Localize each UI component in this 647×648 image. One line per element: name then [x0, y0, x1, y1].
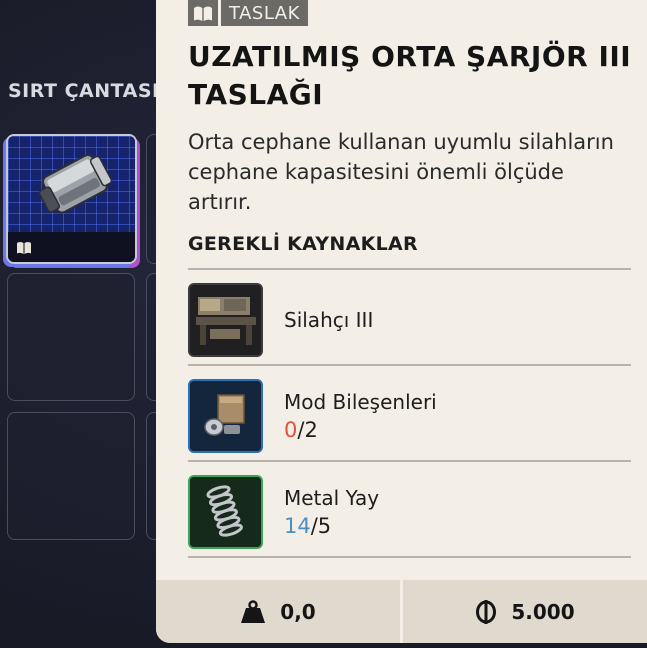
requirement-count: 0/2 [284, 418, 318, 442]
weight-value: 0,0 [280, 599, 316, 624]
blueprint-book-icon [188, 0, 218, 26]
coin-icon [476, 599, 497, 624]
inventory-slot-selected[interactable] [6, 134, 137, 264]
requirement-need: /5 [310, 514, 332, 538]
requirement-need: /2 [297, 418, 318, 442]
mod-components-icon [188, 379, 263, 453]
item-detail-card: TASLAK UZATILMIŞ ORTA ŞARJÖR III TASLAĞI… [156, 0, 647, 643]
weight-icon [241, 599, 266, 623]
requirement-name: Silahçı III [284, 308, 374, 332]
slot-footer [8, 232, 135, 262]
inventory-slot[interactable] [7, 412, 135, 540]
divider [188, 556, 631, 558]
requirement-have: 0 [284, 418, 298, 442]
item-type-label: TASLAK [221, 0, 308, 26]
price-value: 5.000 [511, 599, 575, 624]
requirement-name: Mod Bileşenleri [284, 390, 437, 414]
item-thumbnail [8, 136, 135, 232]
requirement-row: Mod Bileşenleri 0/2 [188, 366, 631, 460]
inventory-slot[interactable] [7, 273, 135, 401]
item-description: Orta cephane kullanan uyumlu silahların … [188, 130, 614, 214]
requirement-row: Metal Yay 14/5 [188, 462, 631, 556]
requirement-row: Silahçı III [188, 270, 631, 364]
item-footer: 0,0 5.000 [156, 580, 647, 643]
requirement-count: 14/5 [284, 514, 331, 538]
requirement-have: 14 [284, 514, 311, 538]
metal-spring-icon [188, 475, 263, 549]
blueprint-book-icon [17, 242, 31, 254]
weight-display: 0,0 [156, 580, 400, 643]
price-display: 5.000 [403, 580, 647, 643]
inventory-section-title: SIRT ÇANTASI [8, 80, 160, 102]
magazine-icon [38, 154, 113, 214]
item-title: UZATILMIŞ ORTA ŞARJÖR III TASLAĞI [188, 40, 632, 111]
requirement-name: Metal Yay [284, 486, 380, 510]
requirements-title: GEREKLİ KAYNAKLAR [188, 233, 418, 255]
workbench-icon [188, 283, 263, 357]
item-type-tag: TASLAK [188, 0, 308, 26]
